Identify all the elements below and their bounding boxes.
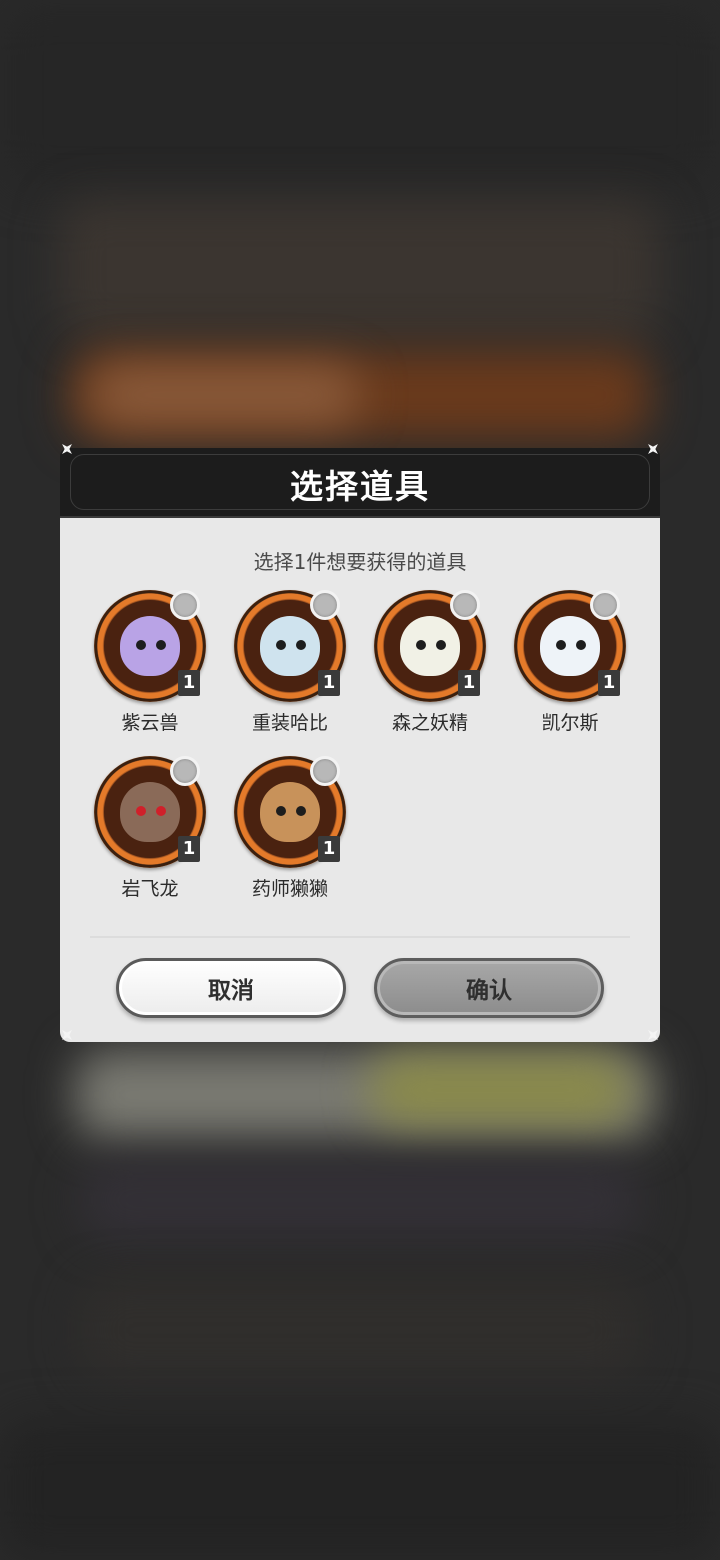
confirm-button[interactable]: 确认 [374,958,604,1018]
item-slot[interactable]: 1 森之妖精 [370,590,500,740]
item-name: 凯尔斯 [541,712,599,734]
corner-ornament-icon [56,438,78,460]
item-slot[interactable]: 1 岩飞龙 [90,756,220,906]
corner-ornament-icon [56,1024,78,1046]
item-count: 1 [598,670,620,696]
item-slot[interactable]: 1 凯尔斯 [510,590,640,740]
item-name: 岩飞龙 [121,878,179,900]
select-radio[interactable] [450,590,480,620]
creature-figure [400,616,460,676]
creature-figure [260,782,320,842]
cancel-button[interactable]: 取消 [116,958,346,1018]
item-count: 1 [318,836,340,862]
item-slot[interactable]: 1 紫云兽 [90,590,220,740]
dialog-header: 选择道具 [60,448,660,518]
item-slot[interactable]: 1 药师獭獭 [230,756,360,906]
item-name: 森之妖精 [391,712,468,734]
select-radio[interactable] [310,590,340,620]
item-count: 1 [178,670,200,696]
select-item-dialog: 选择道具 选择1件想要获得的道具 1 紫云兽 1 重装哈比 1 森之妖精 1 凯… [60,448,660,1042]
select-radio[interactable] [170,756,200,786]
item-count: 1 [318,670,340,696]
select-radio[interactable] [590,590,620,620]
select-radio[interactable] [170,590,200,620]
creature-figure [120,616,180,676]
select-radio[interactable] [310,756,340,786]
creature-figure [120,782,180,842]
divider [90,936,630,938]
item-name: 紫云兽 [121,712,179,734]
dialog-body: 选择1件想要获得的道具 1 紫云兽 1 重装哈比 1 森之妖精 1 凯尔斯 1 … [60,518,660,1042]
dialog-title: 选择道具 [290,467,430,506]
creature-figure [260,616,320,676]
dialog-subtitle: 选择1件想要获得的道具 [253,550,467,574]
item-slot[interactable]: 1 重装哈比 [230,590,360,740]
item-count: 1 [458,670,480,696]
item-name: 药师獭獭 [251,878,328,900]
item-name: 重装哈比 [251,712,328,734]
creature-figure [540,616,600,676]
item-count: 1 [178,836,200,862]
corner-ornament-icon [642,438,664,460]
corner-ornament-icon [642,1024,664,1046]
